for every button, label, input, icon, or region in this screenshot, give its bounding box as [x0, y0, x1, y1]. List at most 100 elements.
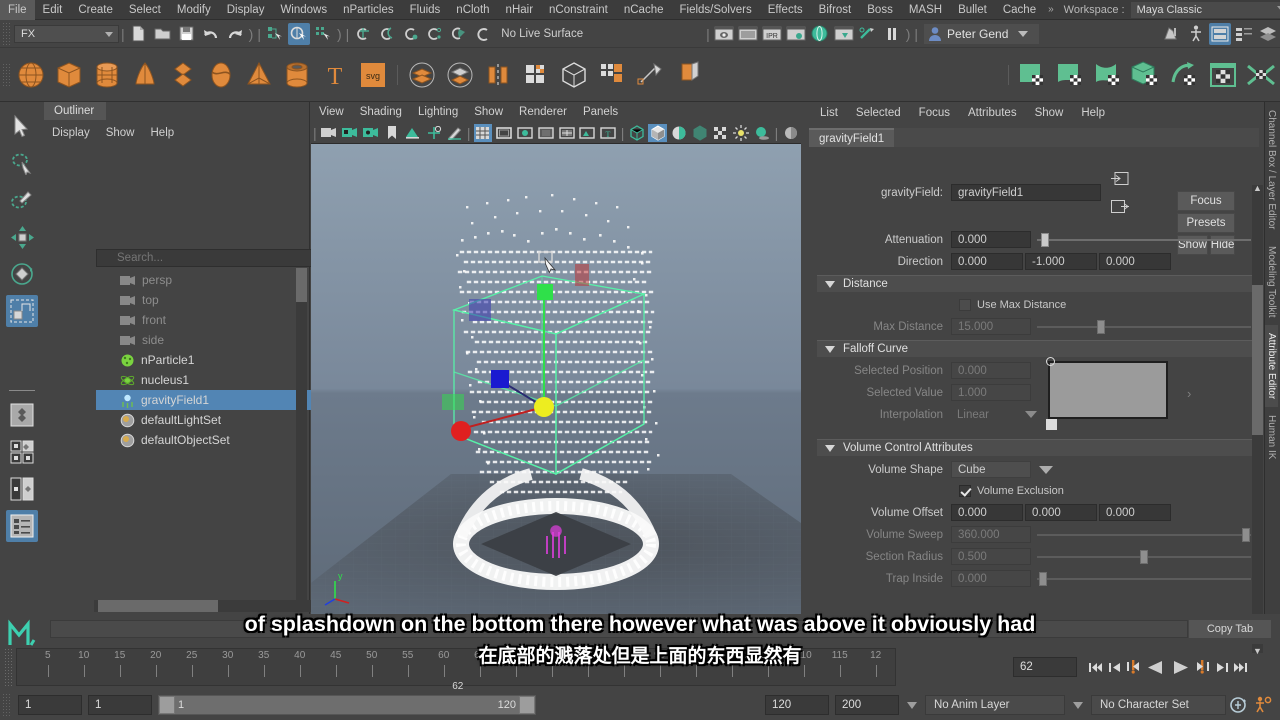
- poly-cone-icon[interactable]: [128, 58, 162, 92]
- character-set-select[interactable]: No Character Set: [1091, 695, 1226, 715]
- viewport-menu-shading[interactable]: Shading: [352, 102, 410, 122]
- safe-title-icon[interactable]: T: [599, 124, 618, 142]
- channel-box-toggle-icon[interactable]: [1233, 23, 1255, 45]
- search-input[interactable]: [117, 252, 317, 264]
- ipr-render-icon[interactable]: IPR: [761, 23, 783, 45]
- use-max-distance-row[interactable]: Use Max Distance: [803, 296, 1265, 314]
- playback-start-field[interactable]: 1: [88, 695, 152, 715]
- move-tool[interactable]: [6, 221, 38, 253]
- playback-end-field[interactable]: 120: [765, 695, 829, 715]
- poly-smooth-icon[interactable]: [519, 58, 553, 92]
- undo-icon[interactable]: [200, 23, 222, 45]
- shelf-gripper[interactable]: [2, 62, 10, 87]
- pause-render-icon[interactable]: [881, 23, 903, 45]
- menu-cache[interactable]: Cache: [995, 0, 1044, 20]
- gate-mask-icon[interactable]: [536, 124, 555, 142]
- scrollbar-thumb[interactable]: [1252, 285, 1263, 435]
- wireframe-shaded-icon[interactable]: [627, 124, 646, 142]
- save-scene-icon[interactable]: [176, 23, 198, 45]
- menu-fields-solvers[interactable]: Fields/Solvers: [671, 0, 759, 20]
- ncloth-rigid-icon[interactable]: [1092, 58, 1126, 92]
- poly-boolean-icon[interactable]: [557, 58, 591, 92]
- ae-menu-help[interactable]: Help: [1072, 102, 1114, 124]
- poly-mirror-icon[interactable]: [481, 58, 515, 92]
- hardware-fog-icon[interactable]: [690, 124, 709, 142]
- section-distance[interactable]: Distance: [817, 275, 1259, 292]
- range-slider[interactable]: 1 120: [158, 695, 536, 715]
- poly-pyramid-icon[interactable]: [242, 58, 276, 92]
- screen-space-ao-icon[interactable]: [781, 124, 800, 142]
- rotate-tool[interactable]: [6, 258, 38, 290]
- poly-cylinder-icon[interactable]: [90, 58, 124, 92]
- range-left-handle[interactable]: [159, 696, 175, 714]
- poly-pipe-icon[interactable]: [280, 58, 314, 92]
- step-back-frame-icon[interactable]: [1124, 657, 1143, 677]
- time-slider[interactable]: 5 10 15 20 25 30 35 40 45 50 55 60 65 70…: [16, 648, 896, 692]
- poly-sphere-icon[interactable]: [14, 58, 48, 92]
- grid-toggle-icon[interactable]: [473, 123, 493, 142]
- use-max-distance-checkbox[interactable]: [959, 299, 971, 311]
- camera-attributes-icon[interactable]: [361, 124, 380, 142]
- direction-x-field[interactable]: 0.000: [951, 253, 1023, 270]
- user-account-menu[interactable]: Peter Gend: [924, 23, 1040, 44]
- texture-toggle-icon[interactable]: [669, 124, 688, 142]
- volume-offset-y-field[interactable]: 0.000: [1025, 504, 1097, 521]
- viewport-menu-show[interactable]: Show: [466, 102, 511, 122]
- menu-fluids[interactable]: Fluids: [402, 0, 449, 20]
- svg-icon[interactable]: svg: [356, 58, 390, 92]
- outliner-menu-display[interactable]: Display: [44, 123, 98, 143]
- curve-key-end[interactable]: [1046, 419, 1057, 430]
- volume-offset-x-field[interactable]: 0.000: [951, 504, 1023, 521]
- poly-separate-icon[interactable]: [443, 58, 477, 92]
- attribute-editor-toggle-icon[interactable]: [1209, 22, 1232, 45]
- xray-toggle-icon[interactable]: [711, 124, 730, 142]
- poly-multicut-icon[interactable]: [595, 58, 629, 92]
- menu-ncache[interactable]: nCache: [616, 0, 672, 20]
- poly-torus-icon[interactable]: [166, 58, 200, 92]
- copy-attributes-icon[interactable]: [1111, 200, 1129, 213]
- tab-human-ik[interactable]: Human IK: [1265, 407, 1278, 467]
- attenuation-field[interactable]: 0.000: [951, 231, 1031, 248]
- two-pane-layout[interactable]: [6, 473, 38, 505]
- outliner-persp-layout[interactable]: [6, 510, 38, 542]
- animation-preferences-icon[interactable]: [1250, 696, 1276, 714]
- rangebar-gripper[interactable]: [2, 693, 10, 717]
- focus-button[interactable]: Focus: [1177, 191, 1235, 211]
- menu-bifrost[interactable]: Bifrost: [811, 0, 860, 20]
- render-setup-icon[interactable]: [833, 23, 855, 45]
- command-feedback-field[interactable]: [50, 620, 1188, 638]
- field-chart-icon[interactable]: [557, 124, 576, 142]
- scrollbar-thumb[interactable]: [98, 600, 218, 612]
- menu-nhair[interactable]: nHair: [498, 0, 541, 20]
- select-tool[interactable]: [6, 110, 38, 142]
- image-plane-icon[interactable]: [403, 124, 422, 142]
- select-by-hierarchy-icon[interactable]: [264, 23, 286, 45]
- snap-to-view-plane-icon[interactable]: [448, 23, 470, 45]
- ncloth-cube-icon[interactable]: [1130, 58, 1164, 92]
- poly-text-icon[interactable]: T: [318, 58, 352, 92]
- menu-edit[interactable]: Edit: [35, 0, 71, 20]
- workspace-select[interactable]: Maya Classic: [1130, 1, 1280, 18]
- range-right-handle[interactable]: [519, 696, 535, 714]
- chevron-down-icon[interactable]: [1073, 701, 1083, 709]
- statusline-gripper[interactable]: [2, 21, 10, 46]
- snap-to-point-icon[interactable]: [400, 23, 422, 45]
- anim-layer-select[interactable]: No Anim Layer: [925, 695, 1065, 715]
- menu-overflow-icon[interactable]: »: [1044, 4, 1058, 15]
- render-settings-icon[interactable]: [785, 23, 807, 45]
- chevron-down-icon[interactable]: [907, 701, 917, 709]
- menu-bullet[interactable]: Bullet: [950, 0, 995, 20]
- menu-mash[interactable]: MASH: [901, 0, 950, 20]
- curve-expand-icon[interactable]: ›: [1187, 386, 1191, 401]
- render-current-frame-icon[interactable]: [737, 23, 759, 45]
- scale-tool[interactable]: [6, 295, 38, 327]
- make-live-icon[interactable]: [472, 23, 494, 45]
- gravityfield-name-field[interactable]: gravityField1: [951, 184, 1101, 201]
- menu-nconstraint[interactable]: nConstraint: [541, 0, 616, 20]
- outliner-menu-show[interactable]: Show: [98, 123, 143, 143]
- resolution-gate-icon[interactable]: [515, 124, 534, 142]
- load-attributes-icon[interactable]: [1111, 172, 1129, 185]
- outliner-horizontal-scrollbar[interactable]: [94, 600, 340, 612]
- four-view-layout[interactable]: [6, 436, 38, 468]
- go-to-start-icon[interactable]: [1086, 657, 1105, 677]
